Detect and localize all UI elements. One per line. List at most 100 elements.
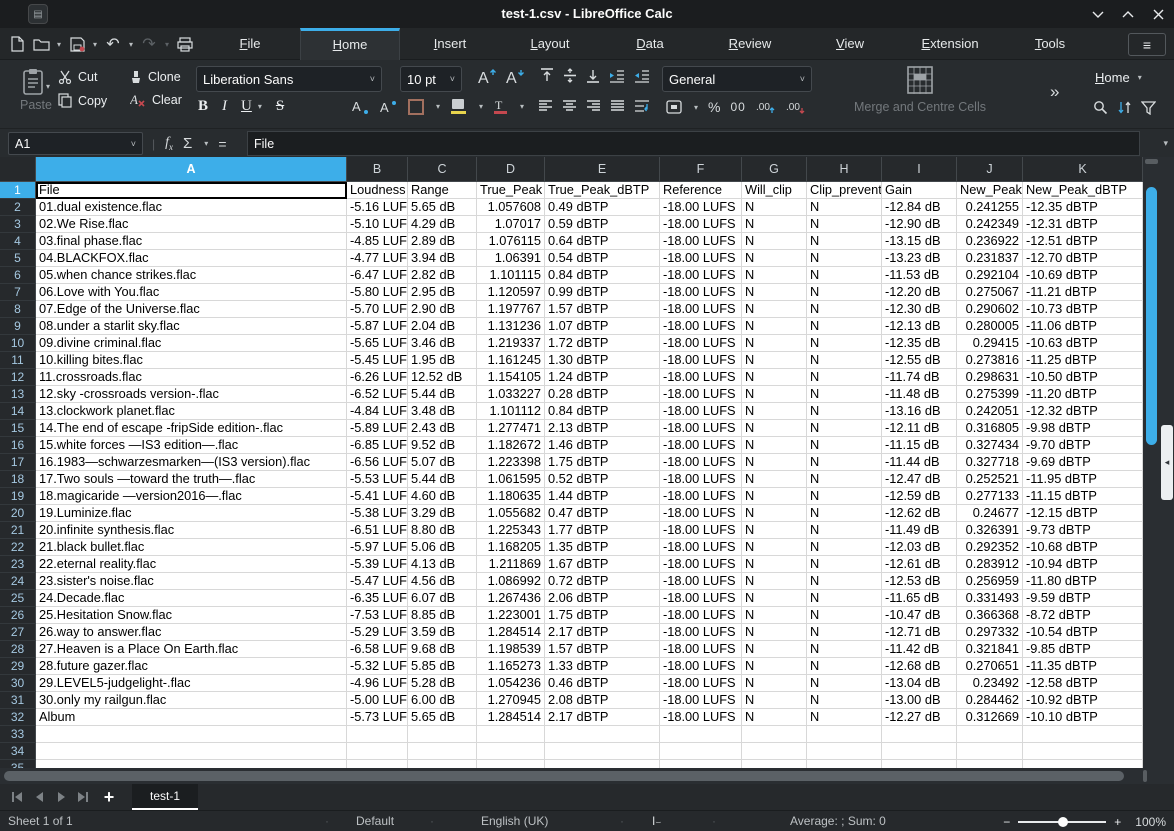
- cell-D8[interactable]: 1.197767: [477, 301, 545, 318]
- cell-E19[interactable]: 1.44 dBTP: [545, 488, 660, 505]
- cell-G7[interactable]: N: [742, 284, 807, 301]
- cell-K23[interactable]: -10.94 dBTP: [1023, 556, 1143, 573]
- cell-I25[interactable]: -11.65 dB: [882, 590, 957, 607]
- cell-E18[interactable]: 0.52 dBTP: [545, 471, 660, 488]
- cell-I31[interactable]: -13.00 dB: [882, 692, 957, 709]
- cell-G33[interactable]: [742, 726, 807, 743]
- cell-C5[interactable]: 3.94 dB: [408, 250, 477, 267]
- increase-indent-icon[interactable]: [609, 69, 625, 83]
- cell-A30[interactable]: 29.LEVEL5-judgelight-.flac: [36, 675, 347, 692]
- cell-F35[interactable]: [660, 760, 742, 768]
- cell-K8[interactable]: -10.73 dBTP: [1023, 301, 1143, 318]
- cell-B5[interactable]: -4.77 LUFS: [347, 250, 408, 267]
- cell-F29[interactable]: -18.00 LUFS: [660, 658, 742, 675]
- row-header-7[interactable]: 7: [0, 284, 36, 301]
- cell-D27[interactable]: 1.284514: [477, 624, 545, 641]
- cell-H19[interactable]: N: [807, 488, 882, 505]
- cell-F20[interactable]: -18.00 LUFS: [660, 505, 742, 522]
- cell-J10[interactable]: 0.29415: [957, 335, 1023, 352]
- cell-G23[interactable]: N: [742, 556, 807, 573]
- cell-I3[interactable]: -12.90 dB: [882, 216, 957, 233]
- cell-B15[interactable]: -5.89 LUFS: [347, 420, 408, 437]
- sum-icon[interactable]: Σ: [183, 135, 192, 152]
- cell-C3[interactable]: 4.29 dB: [408, 216, 477, 233]
- horizontal-scrollbar[interactable]: [0, 768, 1174, 784]
- cell-E31[interactable]: 2.08 dBTP: [545, 692, 660, 709]
- cell-H33[interactable]: [807, 726, 882, 743]
- cell-A26[interactable]: 25.Hesitation Snow.flac: [36, 607, 347, 624]
- select-all-corner[interactable]: [0, 157, 36, 182]
- toolbar-group-dropdown[interactable]: ▾: [1138, 73, 1142, 82]
- font-color-icon[interactable]: T: [493, 98, 508, 115]
- cell-J5[interactable]: 0.231837: [957, 250, 1023, 267]
- new-document-icon[interactable]: [6, 32, 28, 56]
- show-sidebar-button[interactable]: ◂: [1161, 425, 1173, 500]
- cell-B23[interactable]: -5.39 LUFS: [347, 556, 408, 573]
- cell-J16[interactable]: 0.327434: [957, 437, 1023, 454]
- cell-B22[interactable]: -5.97 LUFS: [347, 539, 408, 556]
- row-header-2[interactable]: 2: [0, 199, 36, 216]
- cell-D15[interactable]: 1.277471: [477, 420, 545, 437]
- menu-tab-review[interactable]: Review: [700, 28, 800, 60]
- cell-J20[interactable]: 0.24677: [957, 505, 1023, 522]
- cell-E33[interactable]: [545, 726, 660, 743]
- cell-I16[interactable]: -11.15 dB: [882, 437, 957, 454]
- cell-G14[interactable]: N: [742, 403, 807, 420]
- row-header-15[interactable]: 15: [0, 420, 36, 437]
- redo-dropdown[interactable]: ▾: [162, 32, 172, 56]
- cell-I2[interactable]: -12.84 dB: [882, 199, 957, 216]
- cell-D28[interactable]: 1.198539: [477, 641, 545, 658]
- row-header-21[interactable]: 21: [0, 522, 36, 539]
- cell-I27[interactable]: -12.71 dB: [882, 624, 957, 641]
- cell-G24[interactable]: N: [742, 573, 807, 590]
- cell-A12[interactable]: 11.crossroads.flac: [36, 369, 347, 386]
- menu-tab-tools[interactable]: Tools: [1000, 28, 1100, 60]
- cell-J22[interactable]: 0.292352: [957, 539, 1023, 556]
- cell-C27[interactable]: 3.59 dB: [408, 624, 477, 641]
- cell-H34[interactable]: [807, 743, 882, 760]
- cell-G30[interactable]: N: [742, 675, 807, 692]
- last-sheet-button[interactable]: [72, 786, 94, 808]
- cell-G5[interactable]: N: [742, 250, 807, 267]
- cell-K18[interactable]: -11.95 dBTP: [1023, 471, 1143, 488]
- undo-icon[interactable]: ↶: [102, 32, 124, 56]
- cell-H20[interactable]: N: [807, 505, 882, 522]
- cell-B27[interactable]: -5.29 LUFS: [347, 624, 408, 641]
- cell-I34[interactable]: [882, 743, 957, 760]
- cell-G6[interactable]: N: [742, 267, 807, 284]
- cell-H4[interactable]: N: [807, 233, 882, 250]
- underline-dropdown[interactable]: ▾: [258, 102, 262, 111]
- column-header-F[interactable]: F: [660, 157, 742, 182]
- strikethrough-button[interactable]: S: [276, 98, 284, 115]
- add-sheet-button[interactable]: +: [94, 786, 124, 808]
- cell-G1[interactable]: Will_clip: [742, 182, 807, 199]
- cell-B32[interactable]: -5.73 LUFS: [347, 709, 408, 726]
- cell-F23[interactable]: -18.00 LUFS: [660, 556, 742, 573]
- cell-A23[interactable]: 22.eternal reality.flac: [36, 556, 347, 573]
- cell-D5[interactable]: 1.06391: [477, 250, 545, 267]
- cell-J11[interactable]: 0.273816: [957, 352, 1023, 369]
- cell-B28[interactable]: -6.58 LUFS: [347, 641, 408, 658]
- cell-reference-box[interactable]: A1 ˅: [8, 132, 143, 155]
- row-header-26[interactable]: 26: [0, 607, 36, 624]
- cell-F22[interactable]: -18.00 LUFS: [660, 539, 742, 556]
- cell-C10[interactable]: 3.46 dB: [408, 335, 477, 352]
- insert-mode-indicator[interactable]: I⌣: [652, 811, 661, 831]
- cell-A14[interactable]: 13.clockwork planet.flac: [36, 403, 347, 420]
- cell-G34[interactable]: [742, 743, 807, 760]
- cell-E15[interactable]: 2.13 dBTP: [545, 420, 660, 437]
- cell-B29[interactable]: -5.32 LUFS: [347, 658, 408, 675]
- cell-K12[interactable]: -10.50 dBTP: [1023, 369, 1143, 386]
- cell-F7[interactable]: -18.00 LUFS: [660, 284, 742, 301]
- column-header-I[interactable]: I: [882, 157, 957, 182]
- currency-format-dropdown[interactable]: ▾: [694, 103, 698, 112]
- cell-J29[interactable]: 0.270651: [957, 658, 1023, 675]
- row-header-34[interactable]: 34: [0, 743, 36, 760]
- cell-G3[interactable]: N: [742, 216, 807, 233]
- cell-H3[interactable]: N: [807, 216, 882, 233]
- cell-H9[interactable]: N: [807, 318, 882, 335]
- cell-H1[interactable]: Clip_prevent: [807, 182, 882, 199]
- cell-A28[interactable]: 27.Heaven is a Place On Earth.flac: [36, 641, 347, 658]
- cell-D20[interactable]: 1.055682: [477, 505, 545, 522]
- cell-H16[interactable]: N: [807, 437, 882, 454]
